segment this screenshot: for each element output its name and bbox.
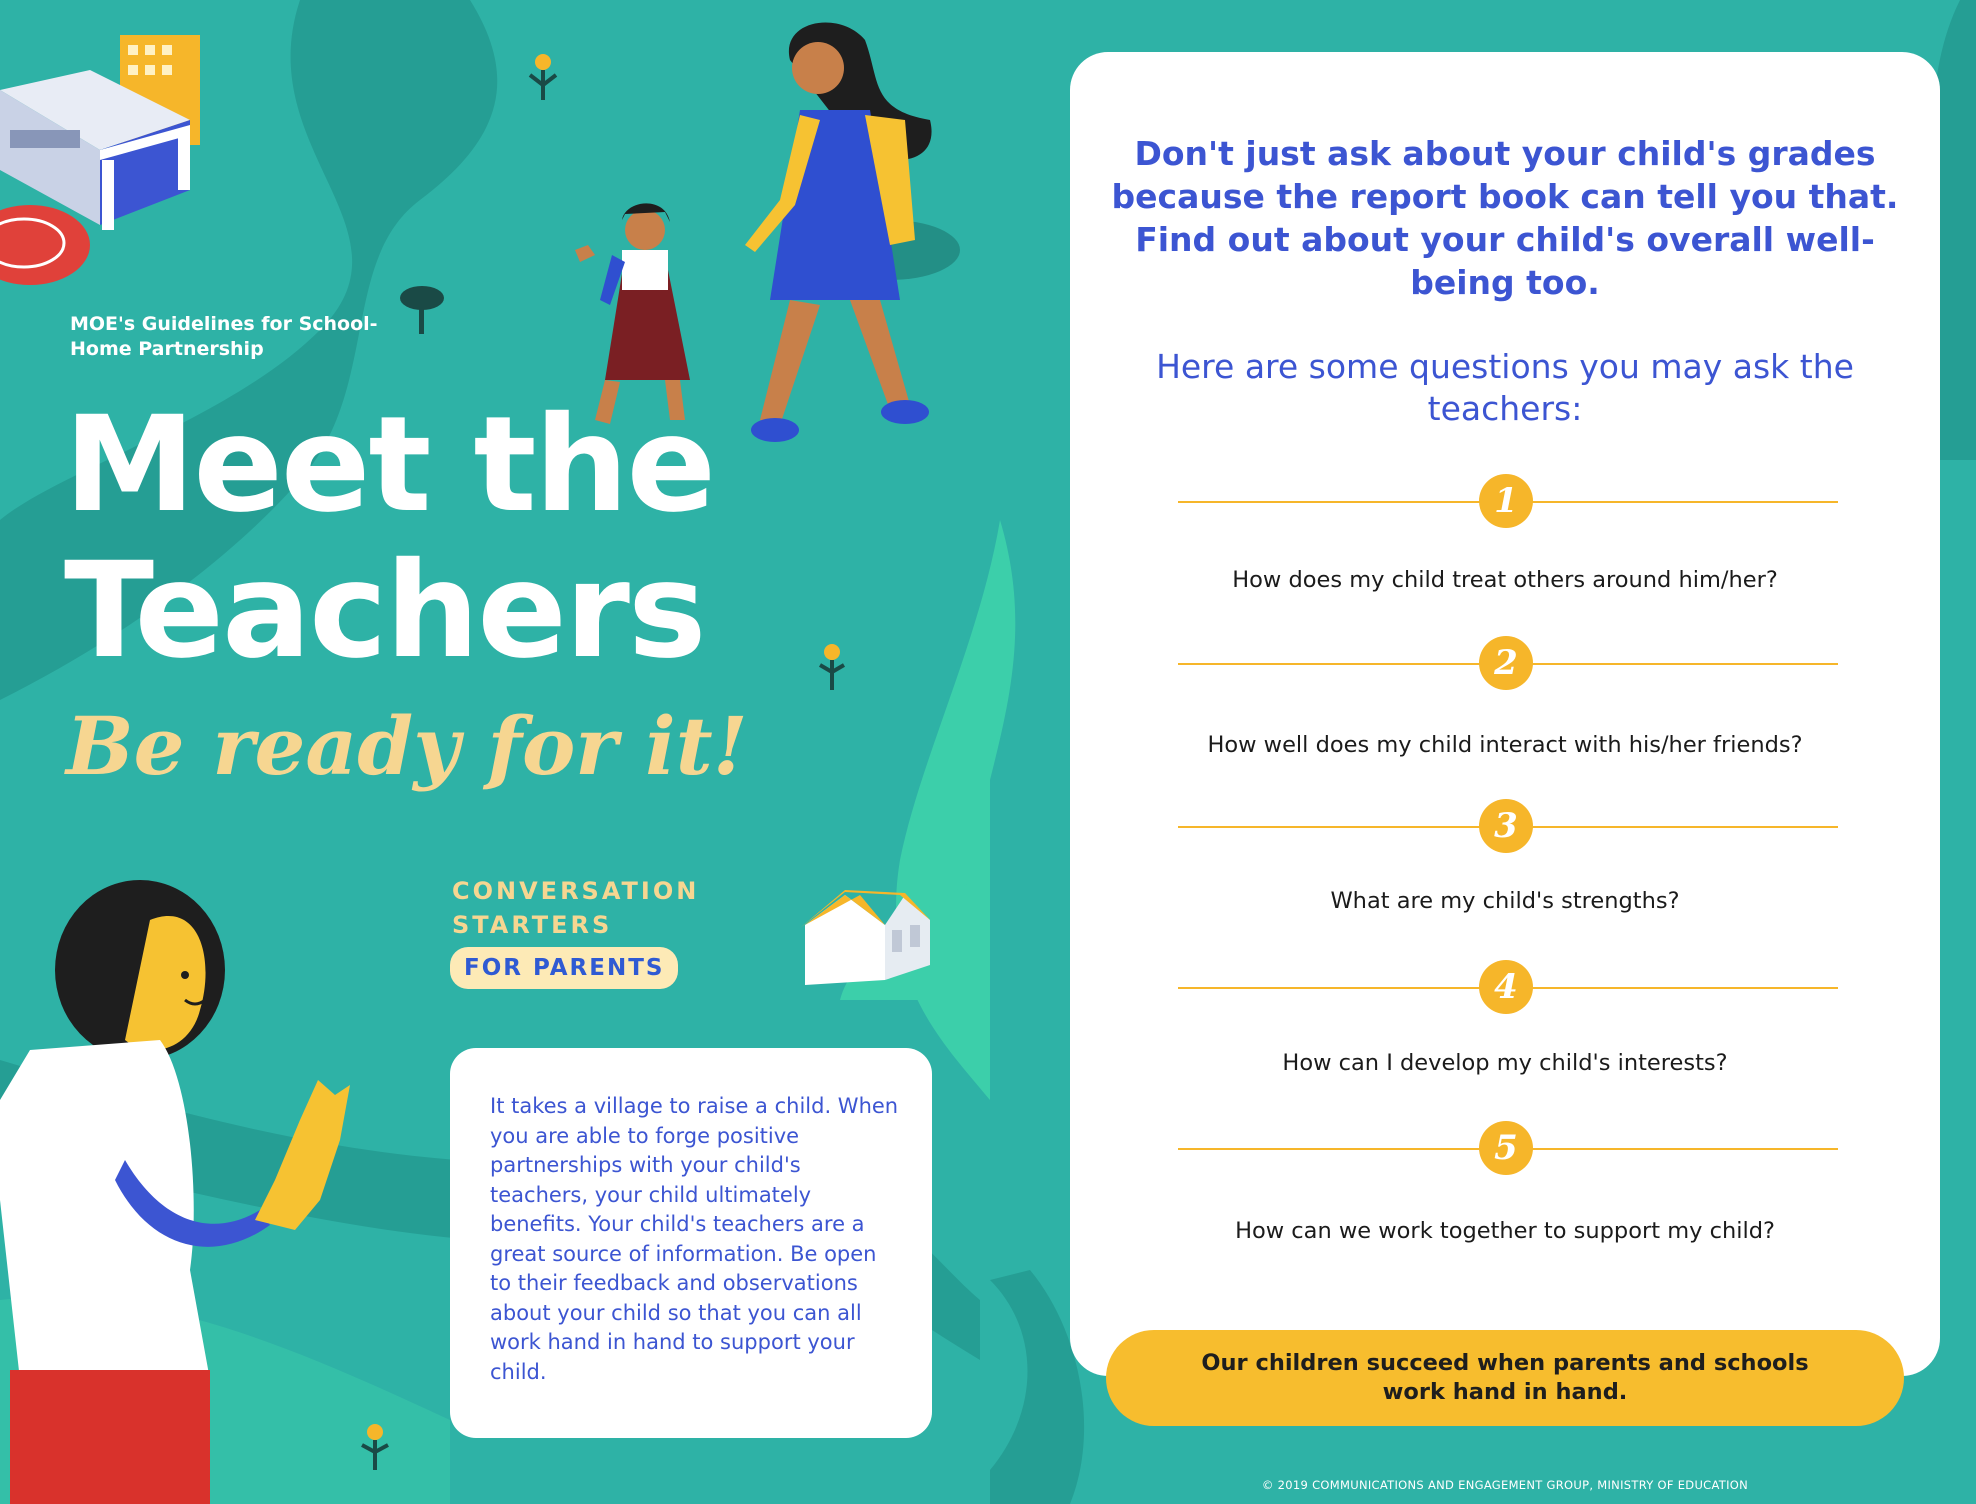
mother-and-daughter-illustration	[575, 22, 960, 442]
for-parents-badge: FOR PARENTS	[450, 947, 679, 989]
questions-card: Don't just ask about your child's grades…	[1070, 52, 1940, 1376]
intro-card: It takes a village to raise a child. Whe…	[450, 1048, 932, 1438]
flower-icon	[818, 644, 846, 690]
question-number-3: 3	[1479, 799, 1533, 853]
conversation-line-1: CONVERSATION	[452, 877, 700, 905]
question-4: How can I develop my child's interests?	[1282, 1050, 1728, 1076]
question-number-1: 1	[1479, 474, 1533, 528]
banner-text: Our children succeed when parents and sc…	[1201, 1350, 1809, 1405]
headline: Don't just ask about your child's grades…	[1111, 134, 1899, 302]
question-number-5: 5	[1479, 1121, 1533, 1175]
title-line-2: Teachers	[64, 534, 707, 688]
tagline: Be ready for it!	[66, 699, 748, 793]
question-1: How does my child treat others around hi…	[1232, 567, 1778, 593]
house-illustration	[800, 890, 930, 985]
flower-icon	[528, 54, 558, 100]
school-building-illustration	[0, 35, 200, 285]
green-stream	[896, 520, 1016, 1100]
subhead: Here are some questions you may ask the …	[1156, 347, 1854, 428]
copyright-footer: © 2019 COMMUNICATIONS AND ENGAGEMENT GRO…	[1261, 1478, 1749, 1492]
intro-text: It takes a village to raise a child. Whe…	[490, 1094, 899, 1384]
conversation-line-2: STARTERS	[452, 911, 613, 939]
tree-icon	[400, 286, 444, 334]
question-number-4: 4	[1479, 960, 1533, 1014]
closing-banner: Our children succeed when parents and sc…	[1106, 1330, 1904, 1426]
question-3: What are my child's strengths?	[1330, 888, 1680, 914]
conversation-starters-label: CONVERSATION STARTERS	[452, 874, 712, 942]
question-5: How can we work together to support my c…	[1235, 1218, 1775, 1244]
page-title: Meet the Teachers	[64, 392, 764, 684]
title-line-1: Meet the	[64, 388, 716, 542]
question-number-2: 2	[1479, 636, 1533, 690]
question-2: How well does my child interact with his…	[1207, 732, 1803, 758]
guideline-label: MOE's Guidelines for School-Home Partner…	[70, 313, 378, 360]
